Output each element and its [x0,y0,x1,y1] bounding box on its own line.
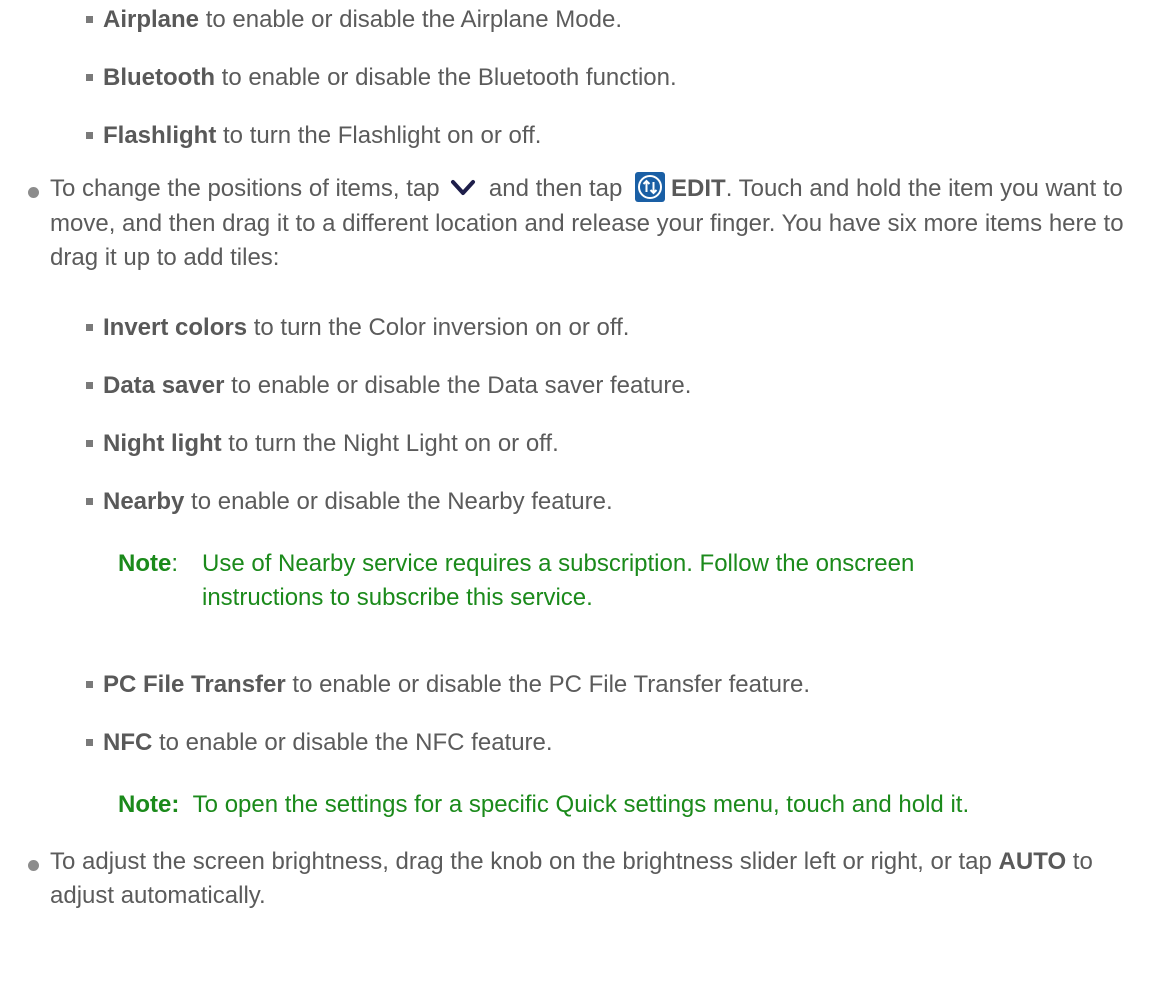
square-bullet [86,739,93,746]
list-item: Bluetooth to enable or disable the Bluet… [103,64,677,91]
list-item: Invert colors to turn the Color inversio… [103,314,630,341]
note-block: Note: To open the settings for a specifi… [118,791,970,818]
note-block: Note: [118,550,179,577]
round-bullet [28,187,39,198]
square-bullet [86,440,93,447]
square-bullet [86,74,93,81]
note-text: Use of Nearby service requires a subscri… [202,550,915,611]
edit-swap-icon [635,172,666,203]
list-item: NFC to enable or disable the NFC feature… [103,729,553,756]
square-bullet [86,324,93,331]
round-bullet [28,860,39,871]
list-item: Night light to turn the Night Light on o… [103,430,559,457]
square-bullet [86,498,93,505]
edit-paragraph: To change the positions of items, tap an… [50,172,1160,275]
list-item: Flashlight to turn the Flashlight on or … [103,122,542,149]
list-item: Airplane to enable or disable the Airpla… [103,6,622,33]
square-bullet [86,16,93,23]
square-bullet [86,681,93,688]
square-bullet [86,132,93,139]
chevron-down-icon [451,179,476,195]
list-item: PC File Transfer to enable or disable th… [103,671,811,698]
square-bullet [86,382,93,389]
list-item: Nearby to enable or disable the Nearby f… [103,488,613,515]
brightness-paragraph: To adjust the screen brightness, drag th… [50,848,1093,909]
list-item: Data saver to enable or disable the Data… [103,372,692,399]
